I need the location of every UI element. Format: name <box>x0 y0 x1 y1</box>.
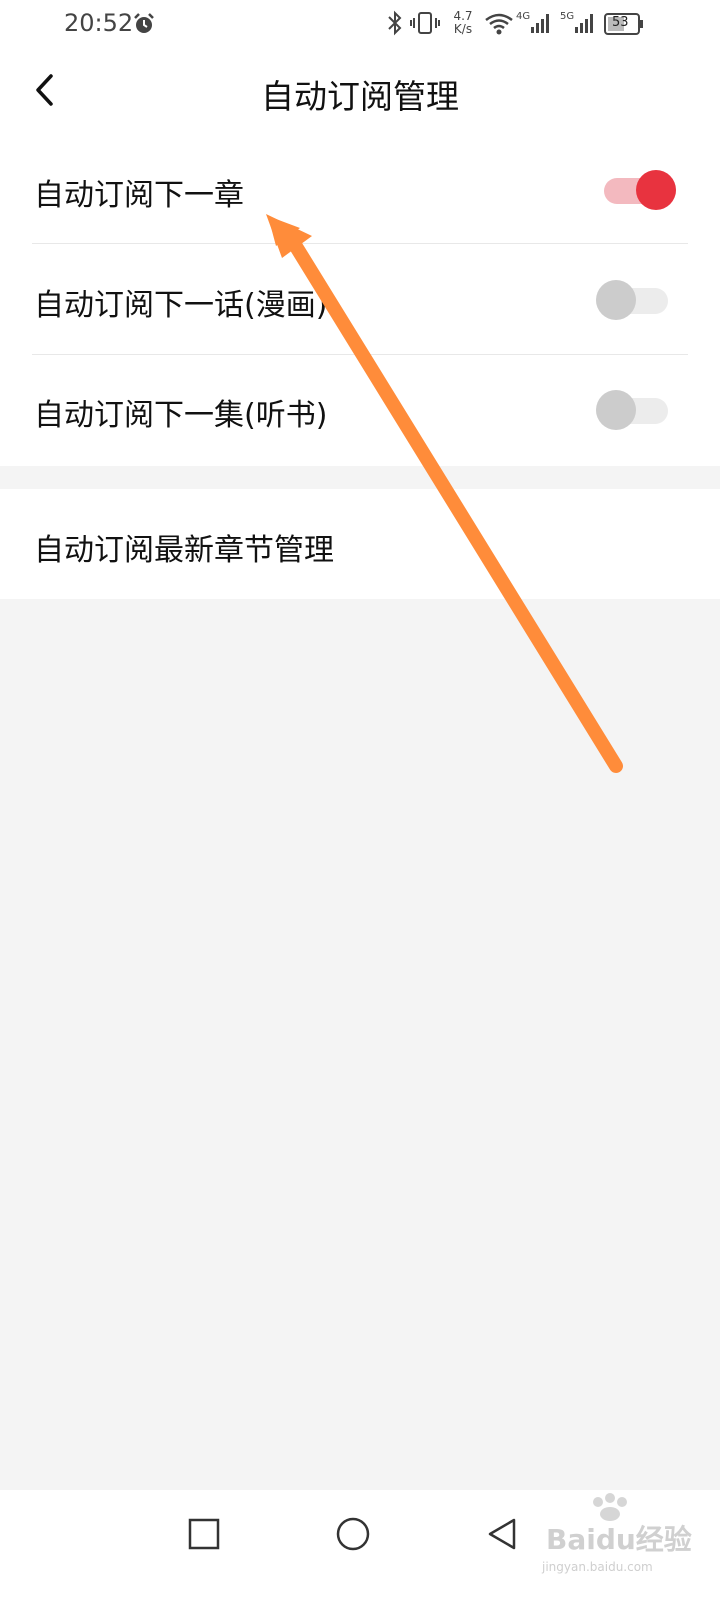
latest-chapter-management-row[interactable]: 自动订阅最新章节管理 <box>0 489 720 599</box>
bluetooth-icon <box>386 10 404 40</box>
network-speed-unit: K/s <box>453 22 473 36</box>
settings-card: 自动订阅下一章 自动订阅下一话(漫画) 自动订阅下一集(听书) <box>0 136 720 466</box>
divider <box>32 243 688 244</box>
battery-level: 53 <box>612 15 629 30</box>
signal-icon-2 <box>574 12 596 38</box>
network-type-1: 4G <box>516 11 531 22</box>
recents-button[interactable] <box>182 1512 226 1556</box>
toggle-knob <box>596 280 636 320</box>
header: 自动订阅管理 <box>0 48 720 136</box>
back-nav-button[interactable] <box>480 1512 524 1556</box>
status-time: 20:52 <box>64 9 134 37</box>
setting-row-next-comic[interactable]: 自动订阅下一话(漫画) <box>0 246 720 356</box>
network-speed: 4.7 K/s <box>448 10 478 36</box>
page-title: 自动订阅管理 <box>261 77 459 116</box>
toggle-next-chapter[interactable] <box>604 170 676 210</box>
home-circle-icon <box>336 1517 370 1551</box>
home-button[interactable] <box>331 1512 375 1556</box>
watermark: Baidu经验 jingyan.baidu.com <box>538 1490 708 1580</box>
status-bar: 20:52 4.7 K/s 4G 5G 53 <box>0 0 720 48</box>
signal-icon <box>530 12 552 38</box>
toggle-next-comic[interactable] <box>596 280 668 320</box>
watermark-brand: Baidu经验 <box>546 1523 692 1556</box>
setting-label-next-comic: 自动订阅下一话(漫画) <box>34 288 328 323</box>
network-type-2: 5G <box>560 11 575 22</box>
wifi-icon <box>484 12 514 40</box>
watermark-url: jingyan.baidu.com <box>542 1560 653 1574</box>
latest-chapter-management-label: 自动订阅最新章节管理 <box>34 533 334 568</box>
toggle-next-audiobook[interactable] <box>596 390 668 430</box>
toggle-knob <box>596 390 636 430</box>
setting-row-next-audiobook[interactable]: 自动订阅下一集(听书) <box>0 356 720 466</box>
setting-label-next-audiobook: 自动订阅下一集(听书) <box>34 398 328 433</box>
alarm-icon <box>132 12 156 40</box>
back-triangle-icon <box>488 1518 516 1550</box>
recents-square-icon <box>188 1518 220 1550</box>
setting-row-next-chapter[interactable]: 自动订阅下一章 <box>0 136 720 246</box>
divider <box>32 354 688 355</box>
toggle-knob <box>636 170 676 210</box>
setting-label-next-chapter: 自动订阅下一章 <box>34 178 244 213</box>
vibrate-icon <box>410 10 440 40</box>
